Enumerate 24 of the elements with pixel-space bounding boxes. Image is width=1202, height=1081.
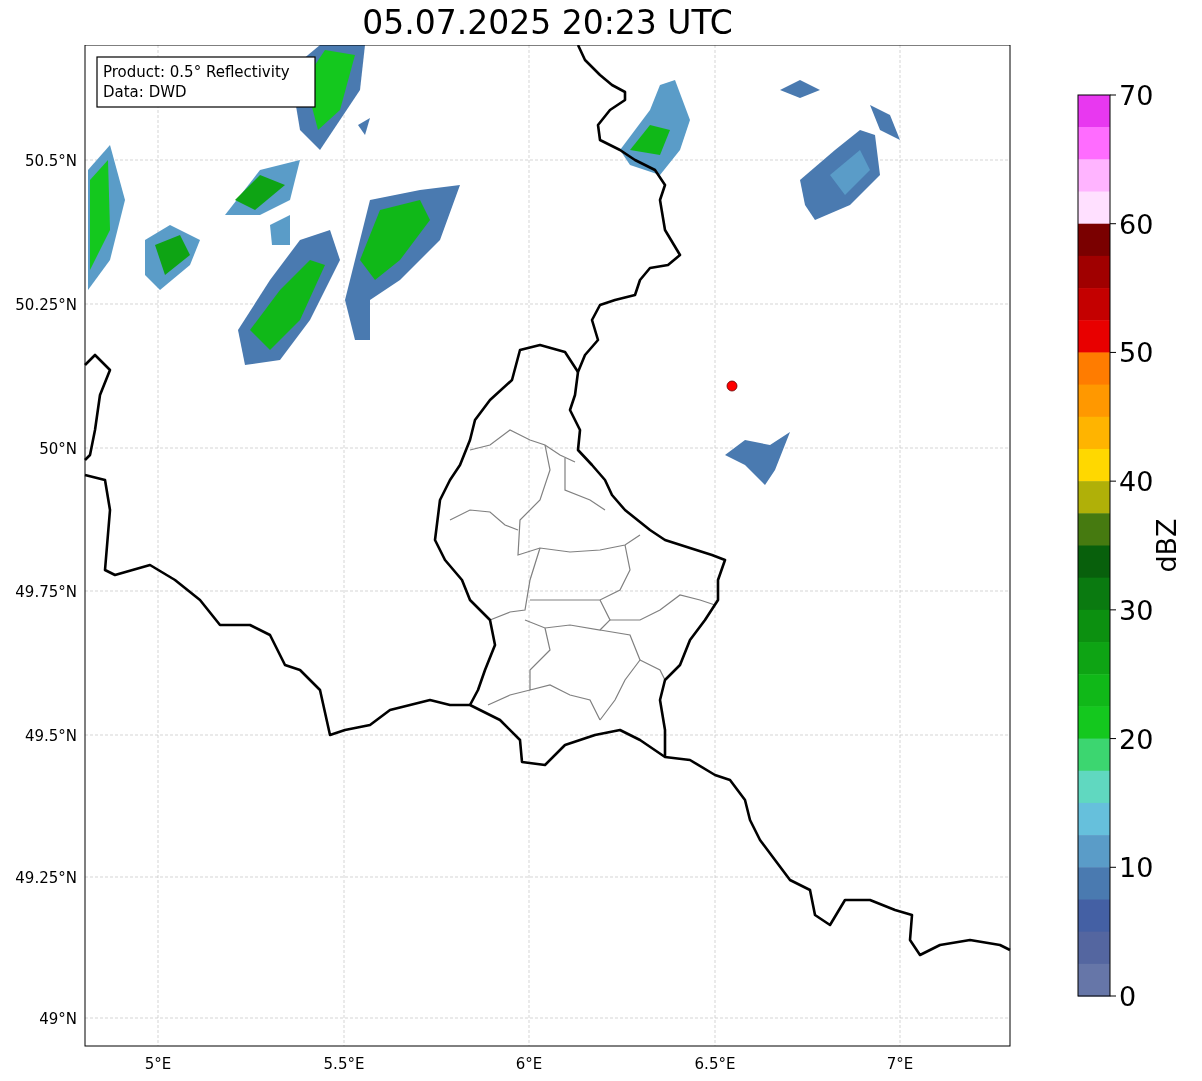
colorbar-tick-label: 50 — [1119, 337, 1154, 369]
colorbar-tick-label: 40 — [1119, 466, 1154, 498]
latitude-tick-label: 49.5°N — [24, 727, 77, 745]
latitude-tick-label: 49°N — [39, 1010, 77, 1028]
latitude-tick-label: 49.25°N — [15, 869, 77, 887]
latitude-tick-label: 49.75°N — [15, 583, 77, 601]
colorbar-tick-label: 10 — [1119, 852, 1154, 884]
longitude-tick-label: 6.5°E — [694, 1055, 736, 1073]
info-text: Product: 0.5° Reflectivity — [103, 63, 290, 81]
longitude-tick-label: 7°E — [886, 1055, 914, 1073]
colorbar-tick-label: 20 — [1119, 723, 1154, 755]
colorbar-tick-label: 70 — [1119, 80, 1154, 111]
longitude-tick-label: 5°E — [144, 1055, 172, 1073]
colorbar-tick-label: 0 — [1119, 981, 1137, 1010]
latitude-tick-label: 50°N — [39, 440, 77, 458]
longitude-tick-label: 6°E — [515, 1055, 543, 1073]
latitude-tick-label: 50.5°N — [24, 152, 77, 170]
longitude-tick-label: 5.5°E — [323, 1055, 365, 1073]
colorbar-tick-label: 30 — [1119, 594, 1154, 626]
colorbar-tick-label: 60 — [1119, 208, 1154, 240]
info-text: Data: DWD — [103, 83, 187, 101]
colorbar-label: dBZ — [1151, 518, 1182, 573]
chart-title: 05.07.2025 20:23 UTC — [361, 2, 734, 44]
latitude-tick-label: 50.25°N — [15, 296, 77, 314]
